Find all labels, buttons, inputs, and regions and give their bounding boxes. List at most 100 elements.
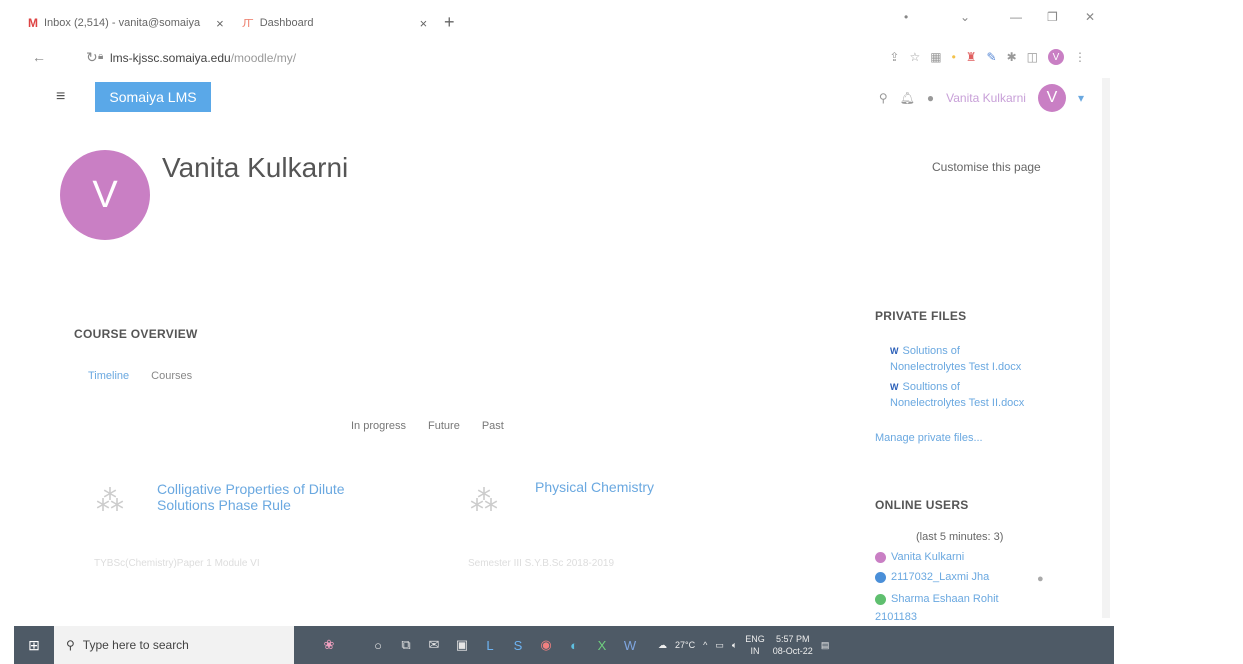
weather-icon[interactable]: ☁ bbox=[658, 640, 667, 651]
excel-icon[interactable]: X bbox=[588, 626, 616, 664]
bookmark-star-icon[interactable]: ☆ bbox=[909, 50, 920, 64]
filter-in-progress[interactable]: In progress bbox=[351, 420, 406, 432]
extension-icon[interactable]: ▦ bbox=[930, 50, 941, 64]
online-user-name: 2117032_Laxmi Jha bbox=[891, 571, 990, 583]
word-icon[interactable]: W bbox=[616, 626, 644, 664]
side-panel-icon[interactable]: ◫ bbox=[1027, 50, 1038, 64]
course-title[interactable]: Physical Chemistry bbox=[535, 479, 735, 495]
caret-down-icon[interactable]: ▾ bbox=[1078, 91, 1084, 105]
store-icon[interactable]: ▣ bbox=[448, 626, 476, 664]
chrome-icon[interactable]: ◉ bbox=[532, 626, 560, 664]
bell-icon[interactable]: 🔔︎ bbox=[900, 91, 915, 105]
region-code: IN bbox=[750, 646, 760, 656]
chevron-up-icon[interactable]: ^ bbox=[703, 640, 707, 650]
file-link[interactable]: W Soultions of Nonelectrolytes Test II.do… bbox=[890, 379, 1024, 411]
chevron-down-icon[interactable]: ⌄ bbox=[960, 10, 970, 24]
temperature[interactable]: 27°C bbox=[675, 640, 695, 650]
course-icon: ⁂ bbox=[96, 485, 124, 516]
tab-courses[interactable]: Courses bbox=[151, 370, 192, 382]
tab-close-icon[interactable]: × bbox=[216, 16, 224, 31]
file-name: Nonelectrolytes Test II.docx bbox=[890, 397, 1025, 409]
url-path: /moodle/my/ bbox=[230, 51, 297, 65]
user-menu-name[interactable]: Vanita Kulkarni bbox=[946, 91, 1026, 105]
new-tab-button[interactable]: + bbox=[444, 12, 455, 33]
mail-icon[interactable]: ✉ bbox=[420, 626, 448, 664]
user-avatar-dot bbox=[875, 551, 886, 563]
user-avatar-dot bbox=[875, 571, 886, 583]
tab-close-icon[interactable]: × bbox=[420, 16, 428, 31]
page-margin bbox=[1114, 0, 1243, 664]
course-subtitle: Semester III S.Y.B.Sc 2018-2019 bbox=[468, 558, 615, 569]
toolbar-icons: ⇪ ☆ ▦ • ♜ ✎ ✱ ◫ V ⋮ bbox=[889, 49, 1086, 65]
course-title[interactable]: Colligative Properties of Dilute Solutio… bbox=[157, 481, 417, 513]
message-icon[interactable]: ● bbox=[1037, 573, 1044, 585]
taskbar-search[interactable]: ⚲ Type here to search bbox=[54, 626, 294, 664]
address-bar: ← ↻ 🔒︎ lms-kjssc.somaiya.edu/moodle/my/ … bbox=[14, 40, 1114, 74]
online-users-heading: ONLINE USERS bbox=[875, 498, 969, 512]
scrollbar[interactable] bbox=[1102, 78, 1110, 618]
restore-icon[interactable]: ❐ bbox=[1047, 10, 1058, 24]
cortana-icon[interactable]: ○ bbox=[364, 626, 392, 664]
filter-past[interactable]: Past bbox=[482, 420, 504, 432]
file-link[interactable]: W Solutions of Nonelectrolytes Test I.doc… bbox=[890, 343, 1021, 375]
tab-dashboard-label: Dashboard bbox=[259, 17, 314, 29]
tab-timeline[interactable]: Timeline bbox=[88, 370, 129, 382]
language-indicator[interactable]: ENG IN bbox=[745, 633, 765, 657]
site-brand[interactable]: Somaiya LMS bbox=[95, 82, 211, 112]
app-s-icon[interactable]: S bbox=[504, 626, 532, 664]
tab-dashboard[interactable]: Ꙥ Dashboard × bbox=[242, 12, 427, 34]
url-field[interactable]: lms-kjssc.somaiya.edu/moodle/my/ bbox=[110, 51, 296, 65]
customise-page-button[interactable]: Customise this page bbox=[932, 160, 1041, 174]
minimize-icon[interactable]: — bbox=[1010, 10, 1022, 24]
chat-icon[interactable]: ● bbox=[927, 91, 934, 105]
clock[interactable]: 5:57 PM 08-Oct-22 bbox=[773, 633, 813, 657]
tab-inbox[interactable]: M Inbox (2,514) - vanita@somaiya × bbox=[28, 12, 224, 34]
share-icon[interactable]: ⇪ bbox=[889, 50, 899, 64]
course-overview-heading: COURSE OVERVIEW bbox=[74, 327, 198, 341]
clock-time: 5:57 PM bbox=[776, 634, 810, 644]
extension-icon[interactable]: • bbox=[952, 50, 956, 64]
course-title-line: Solutions Phase Rule bbox=[157, 497, 291, 513]
reload-icon[interactable]: ↻ bbox=[86, 49, 98, 66]
hamburger-menu-icon[interactable]: ≡ bbox=[56, 88, 65, 106]
gmail-icon: M bbox=[28, 16, 38, 30]
extension-icon[interactable]: ✎ bbox=[987, 50, 997, 64]
search-highlight-icon: ❀ bbox=[323, 637, 335, 652]
profile-avatar[interactable]: V bbox=[1048, 49, 1064, 65]
course-icon: ⁂ bbox=[470, 485, 498, 516]
notifications-icon[interactable]: ▤ bbox=[821, 640, 830, 651]
speaker-icon[interactable]: 🔈︎ bbox=[732, 640, 737, 651]
online-user[interactable]: Sharma Eshaan Rohit bbox=[875, 593, 999, 605]
user-avatar-dot bbox=[875, 593, 886, 605]
search-icon: ⚲ bbox=[66, 638, 75, 652]
manage-private-files-link[interactable]: Manage private files... bbox=[875, 432, 983, 444]
site-navbar: ≡ Somaiya LMS ⚲ 🔔︎ ● Vanita Kulkarni V ▾ bbox=[14, 78, 1114, 118]
edge-icon[interactable]: ◐ bbox=[560, 626, 588, 664]
file-name: Solutions of bbox=[902, 345, 960, 357]
tab-inbox-label: Inbox (2,514) - vanita@somaiya bbox=[44, 17, 201, 29]
lock-icon: 🔒︎ bbox=[98, 51, 104, 62]
back-icon[interactable]: ← bbox=[32, 49, 46, 65]
word-doc-icon: W bbox=[890, 382, 899, 392]
filter-future[interactable]: Future bbox=[428, 420, 460, 432]
online-user[interactable]: 2117032_Laxmi Jha bbox=[875, 571, 989, 583]
language-code: ENG bbox=[745, 634, 765, 644]
online-users-summary: (last 5 minutes: 3) bbox=[916, 531, 1004, 543]
user-nav: ⚲ 🔔︎ ● Vanita Kulkarni V ▾ bbox=[879, 84, 1084, 112]
extension-icon[interactable]: ♜ bbox=[966, 50, 977, 64]
kebab-menu-icon[interactable]: ⋮ bbox=[1074, 50, 1086, 64]
online-user[interactable]: Vanita Kulkarni bbox=[875, 551, 964, 563]
windows-start-icon[interactable]: ⊞ bbox=[14, 626, 54, 664]
battery-icon[interactable]: ▭ bbox=[715, 640, 724, 651]
profile-avatar-large: V bbox=[60, 150, 150, 240]
online-user-extra: 2101183 bbox=[875, 611, 918, 623]
search-icon[interactable]: ⚲ bbox=[879, 91, 888, 105]
close-window-icon[interactable]: ✕ bbox=[1085, 10, 1095, 24]
task-view-icon[interactable]: ⧉ bbox=[392, 626, 420, 664]
user-avatar[interactable]: V bbox=[1037, 84, 1066, 112]
tab-search-icon[interactable]: • bbox=[904, 10, 908, 24]
puzzle-icon[interactable]: ✱ bbox=[1007, 50, 1017, 64]
clock-date: 08-Oct-22 bbox=[772, 646, 813, 656]
app-l-icon[interactable]: L bbox=[476, 626, 504, 664]
course-filters: In progress Future Past bbox=[351, 420, 504, 432]
